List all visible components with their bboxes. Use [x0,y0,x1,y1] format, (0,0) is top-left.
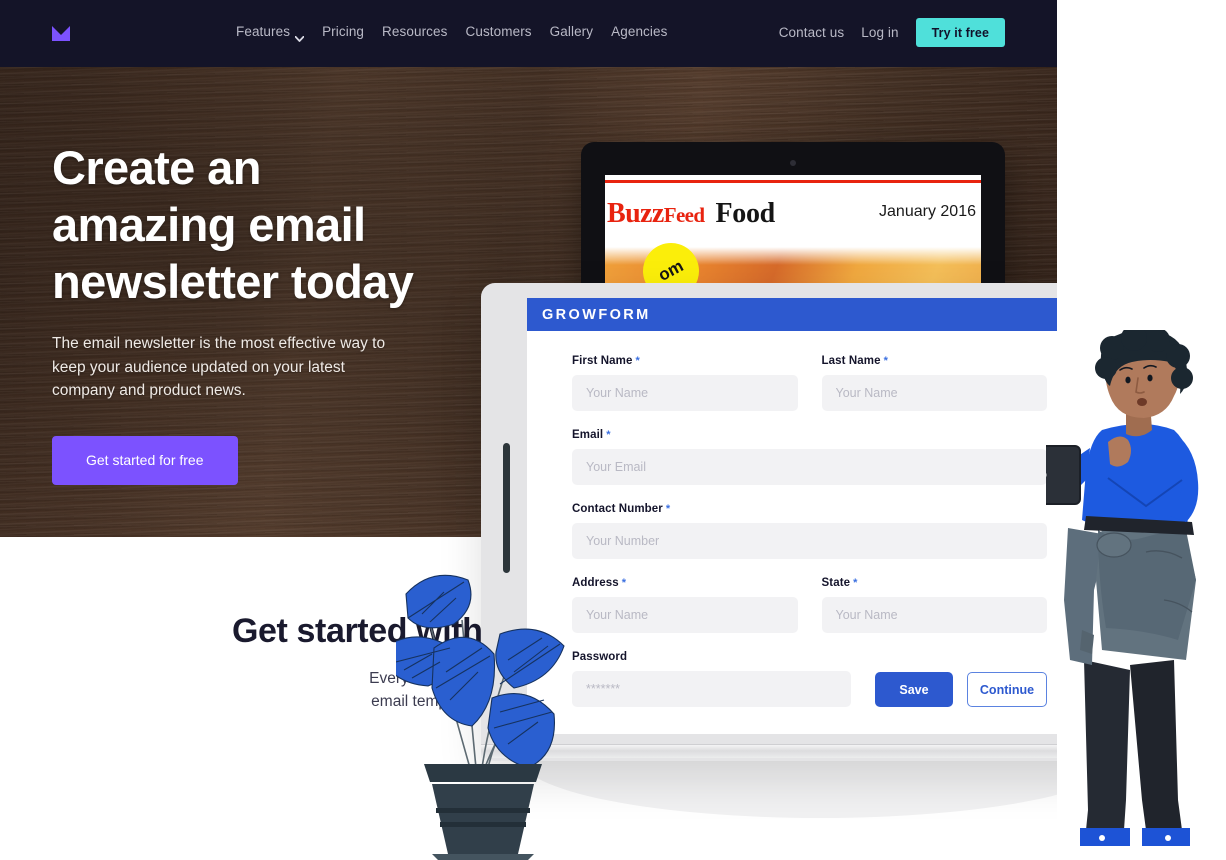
form-actions: Save Continue [875,672,1047,707]
buzzfeed-brand-feed: Feed [663,203,705,227]
buzzfeed-header: BuzzFeed Food January 2016 [607,198,979,230]
page-root: Create an amazing email newsletter today… [0,0,1226,860]
required-asterisk: * [665,503,671,515]
buzzfeed-brand-buzz: Buzz [607,198,664,229]
state-label: State * [822,577,1048,589]
growform-title: GROWFORM [542,306,651,323]
nav-item-features[interactable]: Features [236,23,305,42]
nav-item-customers[interactable]: Customers [465,23,531,41]
buzzfeed-top-rule [605,180,981,183]
address-input[interactable] [572,597,798,633]
continue-button[interactable]: Continue [967,672,1047,707]
required-asterisk: * [883,355,888,367]
log-in-link[interactable]: Log in [861,24,898,42]
nav-item-gallery[interactable]: Gallery [550,23,593,41]
last-name-input[interactable] [821,375,1047,411]
field-email: Email * [572,429,1047,485]
monitor-side-button[interactable] [503,443,510,573]
email-label: Email * [572,429,1047,441]
growform-body: First Name* Last Name* Email* Contact Nu… [527,331,1057,707]
nav-item-features-label: Features [236,24,291,39]
required-asterisk: * [635,355,640,367]
address-label: Address * [572,577,798,589]
required-asterisk: * [606,429,611,441]
hero-title-line-2: amazing email [52,198,366,251]
nav-item-resources[interactable]: Resources [382,23,447,41]
contact-number-label-text: Contact Number [572,503,663,515]
person-with-tablet-illustration [1046,330,1226,860]
field-address: Address * [572,577,798,633]
first-name-label: First Name * [572,355,798,367]
chevron-down-icon [294,29,305,42]
field-last-name: Last Name * [821,355,1048,411]
buzzfeed-logo: BuzzFeed [607,198,705,230]
email-input[interactable] [572,449,1047,485]
potted-plant-illustration [396,572,586,860]
state-label-text: State [821,577,851,589]
hero-title-line-1: Create an [52,141,261,194]
hero-subtitle: The email newsletter is the most effecti… [52,335,386,399]
field-first-name: First Name * [572,355,798,411]
nav-right-actions: Contact us Log in Try it free [779,18,1005,47]
form-row-address: Address* State* [572,577,1047,651]
get-started-for-free-button[interactable]: Get started for free [52,435,238,485]
buzzfeed-date: January 2016 [879,203,976,220]
growform-header: GROWFORM [527,298,1057,331]
first-name-label-text: First Name [572,355,633,367]
required-asterisk: * [621,577,627,589]
field-state: State * [821,577,1048,633]
buzzfeed-food-label: Food [715,198,775,229]
last-name-label: Last Name * [822,355,1048,367]
contact-number-input[interactable] [572,523,1047,559]
nav-item-pricing[interactable]: Pricing [322,23,364,41]
field-contact-number: Contact Number * [572,503,1047,559]
hero-title-line-3: newsletter today [52,255,414,308]
mail-logo-icon[interactable] [52,26,70,41]
password-input[interactable] [572,671,851,707]
nav-item-agencies[interactable]: Agencies [611,23,667,41]
form-row-name: First Name* Last Name* [572,355,1047,429]
hero-title: Create an amazing email newsletter today [52,139,482,310]
form-row-password: Password Save Continue [572,651,1047,707]
growform-card: GROWFORM First Name* Last Name* Email* [527,298,1057,734]
main-menu: Features Pricing Resources Customers Gal… [236,23,685,42]
email-label-text: Email [572,429,604,441]
state-input[interactable] [821,597,1047,633]
contact-us-link[interactable]: Contact us [779,24,845,42]
save-button[interactable]: Save [875,672,953,707]
contact-number-label: Contact Number * [572,503,1047,515]
top-navigation-bar: Features Pricing Resources Customers Gal… [0,0,1057,67]
hero-content: Create an amazing email newsletter today… [52,139,482,485]
tablet-camera-icon [790,160,796,166]
first-name-input[interactable] [572,375,798,411]
try-it-free-button[interactable]: Try it free [915,18,1005,47]
password-label: Password [572,651,628,663]
last-name-label-text: Last Name [821,355,881,367]
required-asterisk: * [853,577,858,589]
field-password: Password [572,651,851,707]
